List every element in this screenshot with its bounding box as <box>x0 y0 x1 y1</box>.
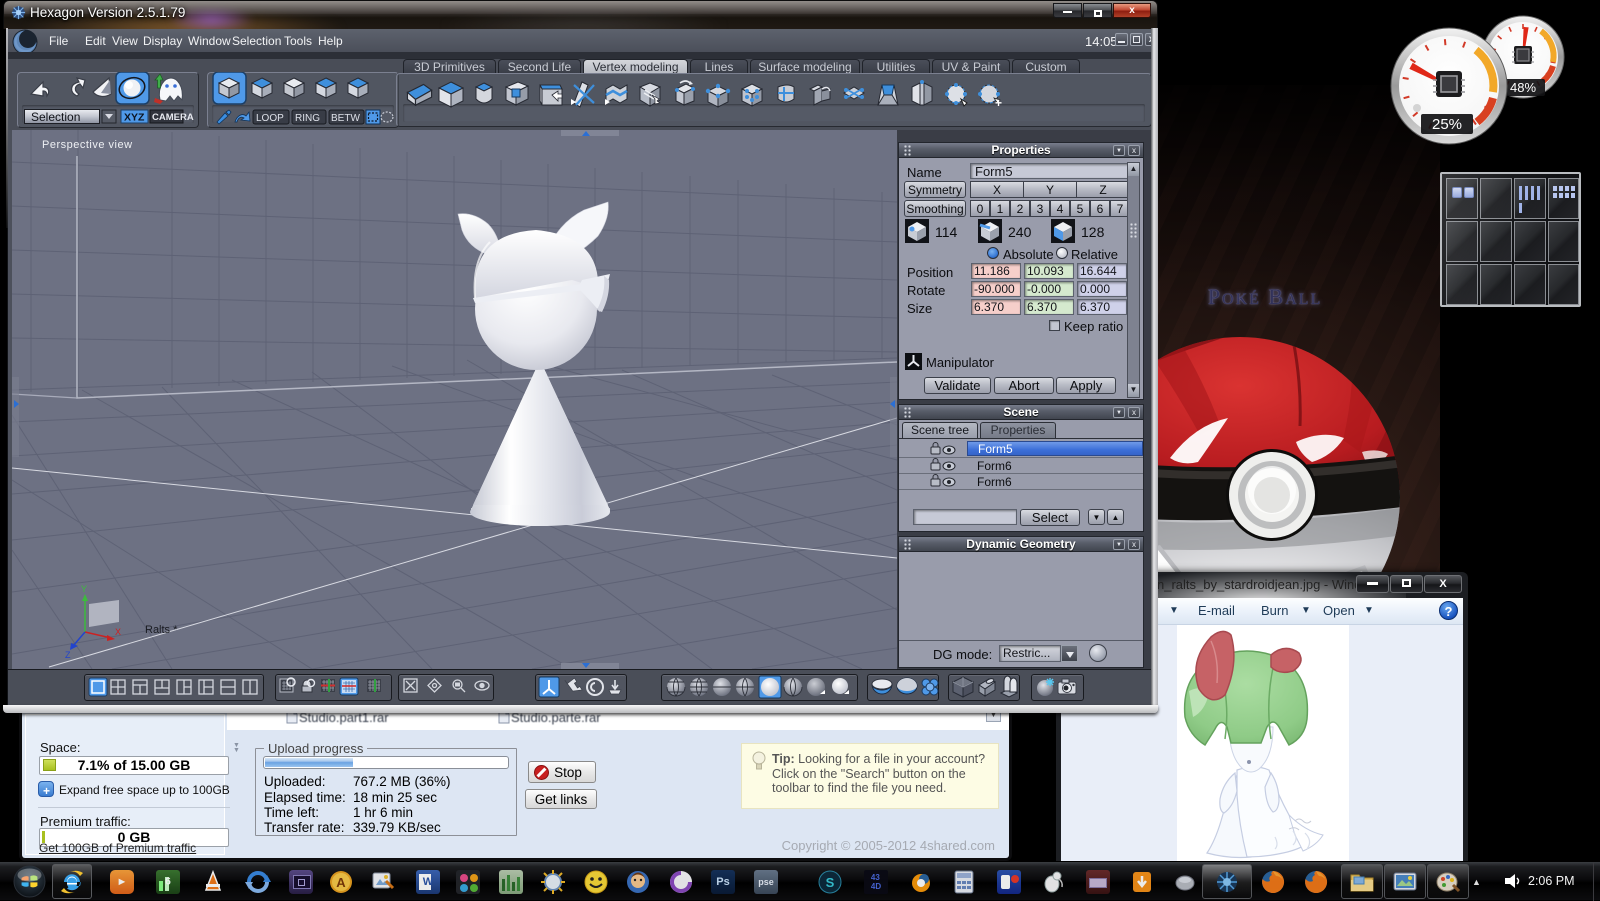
svg-text:Ralts *: Ralts * <box>145 624 178 636</box>
svg-text:48%: 48% <box>1510 80 1536 95</box>
svg-text:Selection: Selection <box>31 110 80 124</box>
svg-text:25%: 25% <box>1432 116 1462 133</box>
svg-text:X: X <box>115 627 121 637</box>
svg-text:RING: RING <box>295 113 320 124</box>
svg-text:CAMERA: CAMERA <box>152 112 194 123</box>
svg-text:A: A <box>336 875 346 890</box>
svg-text:BETW: BETW <box>331 113 360 124</box>
svg-text:+: + <box>995 96 1002 110</box>
svg-text:LOOP: LOOP <box>256 113 284 124</box>
svg-text:Y: Y <box>81 584 87 594</box>
svg-text:S: S <box>826 875 835 890</box>
svg-text:Z: Z <box>65 650 71 660</box>
svg-text:XYZ: XYZ <box>124 112 145 124</box>
